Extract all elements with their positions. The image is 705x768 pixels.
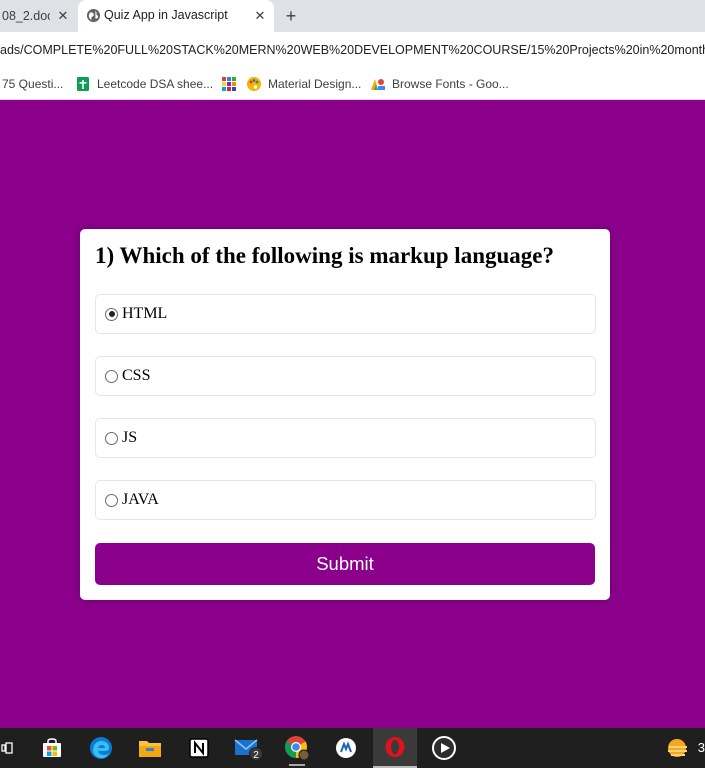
bookmark-item[interactable]: Material Design... <box>246 76 361 92</box>
chrome-icon <box>285 736 310 761</box>
colorful-grid-icon <box>222 77 236 91</box>
chrome-button[interactable] <box>275 728 319 768</box>
radio-button[interactable] <box>105 431 118 445</box>
opera-icon <box>385 737 405 757</box>
close-icon[interactable]: ✕ <box>252 8 268 24</box>
opera-button[interactable] <box>373 728 417 768</box>
media-player-button[interactable] <box>422 728 466 768</box>
quiz-card: 1) Which of the following is markup lang… <box>80 229 610 600</box>
running-indicator <box>289 764 305 766</box>
submit-button[interactable]: Submit <box>95 543 595 585</box>
tab-title: Quiz App in Javascript <box>104 8 228 22</box>
browser-tab-bar: 08_2.docx ✕ Quiz App in Javascript ✕ + <box>0 0 705 32</box>
option-label: HTML <box>122 305 168 322</box>
sun-haze-icon <box>668 739 687 757</box>
bookmark-item[interactable]: Leetcode DSA shee... <box>75 76 213 92</box>
bookmark-label: Material Design... <box>268 77 362 91</box>
answer-option-html[interactable]: HTML <box>95 294 596 334</box>
mail-button[interactable]: 2 <box>226 728 270 768</box>
weather-button[interactable] <box>655 728 699 768</box>
answer-option-js[interactable]: JS <box>95 418 596 458</box>
microsoft-store-button[interactable] <box>30 728 74 768</box>
close-icon[interactable]: ✕ <box>55 8 71 24</box>
bookmark-label: Leetcode DSA shee... <box>97 77 214 91</box>
tray-text: 3 <box>697 740 705 755</box>
bookmark-label: 75 Questi... <box>2 77 64 91</box>
radio-button[interactable] <box>105 493 118 507</box>
tab-quiz-app[interactable]: Quiz App in Javascript ✕ <box>78 0 274 32</box>
palette-icon <box>247 77 261 91</box>
bookmark-item[interactable]: Browse Fonts - Goo... <box>370 76 509 92</box>
radio-button[interactable] <box>105 369 118 383</box>
mail-badge: 2 <box>253 750 259 761</box>
edge-button[interactable] <box>79 728 123 768</box>
google-sheets-icon <box>77 77 89 91</box>
file-explorer-button[interactable] <box>128 728 172 768</box>
bookmark-item[interactable] <box>221 76 243 92</box>
new-tab-button[interactable]: + <box>282 6 300 26</box>
option-label: JAVA <box>122 491 159 508</box>
tab-document[interactable]: 08_2.docx ✕ <box>0 0 78 32</box>
answer-option-css[interactable]: CSS <box>95 356 596 396</box>
bookmark-label: Browse Fonts - Goo... <box>392 77 509 91</box>
taskbar: 2 3 <box>0 728 705 768</box>
notion-button[interactable] <box>177 728 221 768</box>
answer-option-java[interactable]: JAVA <box>95 480 596 520</box>
edge-icon <box>90 737 112 759</box>
bookmarks-bar: 75 Questi... Leetcode DSA shee... Materi… <box>0 68 705 100</box>
tab-title: 08_2.docx <box>2 9 50 23</box>
globe-icon <box>86 8 101 23</box>
quiz-question: 1) Which of the following is markup lang… <box>95 243 554 268</box>
task-view-button[interactable] <box>0 728 28 768</box>
url-text[interactable]: ads/COMPLETE%20FULL%20STACK%20MERN%20WEB… <box>0 43 705 57</box>
option-label: JS <box>122 429 138 446</box>
option-label: CSS <box>122 367 151 384</box>
app-button[interactable] <box>324 728 368 768</box>
task-view-icon <box>1 742 13 754</box>
google-fonts-icon <box>371 79 385 90</box>
app-icon <box>336 738 356 758</box>
notion-icon <box>189 738 209 758</box>
file-explorer-icon <box>139 741 161 757</box>
microsoft-store-icon <box>43 738 61 757</box>
address-bar[interactable]: ads/COMPLETE%20FULL%20STACK%20MERN%20WEB… <box>0 32 705 68</box>
radio-button[interactable] <box>105 307 118 321</box>
media-player-icon <box>432 736 456 760</box>
bookmark-item[interactable]: 75 Questi... <box>2 76 63 92</box>
mail-icon: 2 <box>234 739 263 761</box>
